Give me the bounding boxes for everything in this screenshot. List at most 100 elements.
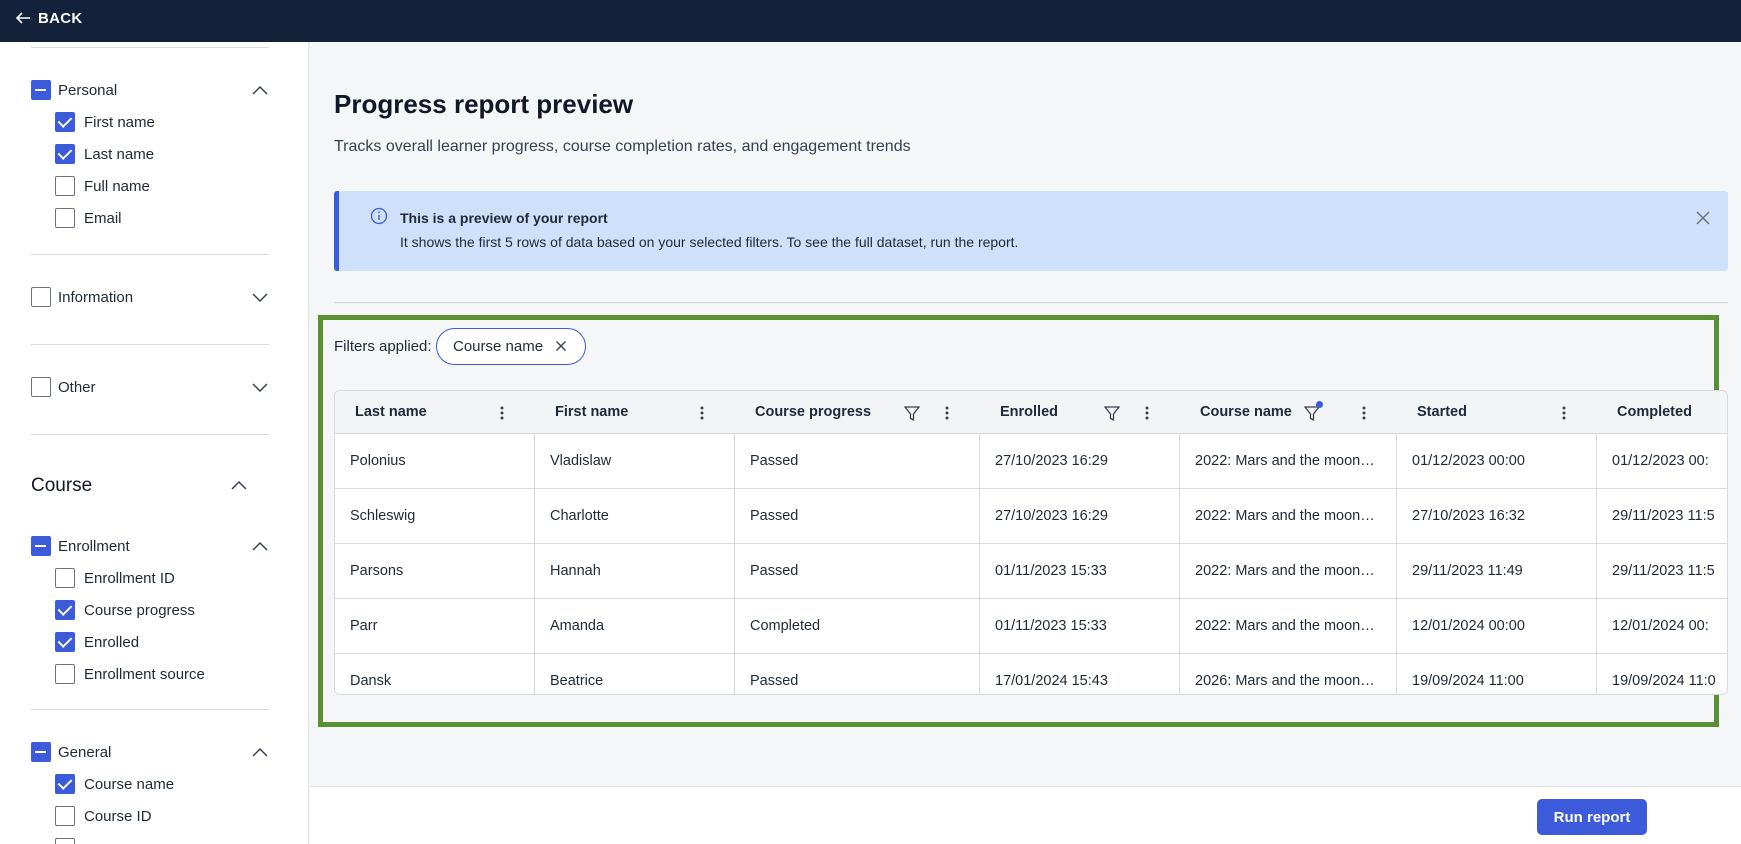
cell-text: 19/09/2024 11:0 — [1612, 673, 1716, 689]
filter-chip-course-name[interactable]: Course name — [436, 328, 586, 365]
group-enrollment[interactable]: Enrollment — [31, 535, 269, 557]
more-vertical-icon[interactable] — [697, 403, 707, 423]
footer-bar — [310, 786, 1741, 844]
other-checkbox[interactable] — [31, 377, 51, 397]
column-header-enrolled[interactable]: Enrolled — [980, 391, 1180, 434]
sidebar-item-first-name[interactable]: First name — [55, 111, 155, 133]
more-vertical-icon[interactable] — [942, 403, 952, 423]
back-button[interactable]: BACK — [14, 9, 83, 27]
chevron-down-icon[interactable] — [251, 289, 269, 305]
active-filter-indicator — [1316, 401, 1323, 408]
column-title: Completed — [1617, 404, 1692, 420]
sidebar-item-enrollment-id[interactable]: Enrollment ID — [55, 567, 175, 589]
filter-icon[interactable] — [1103, 403, 1121, 423]
column-header-started[interactable]: Started — [1397, 391, 1597, 434]
chip-label: Course name — [453, 338, 544, 355]
chevron-up-icon[interactable] — [251, 82, 269, 98]
item-label: Course name — [84, 775, 175, 793]
page-subtitle: Tracks overall learner progress, course … — [334, 138, 911, 155]
item-label: Last name — [84, 145, 155, 163]
column-header-last-name[interactable]: Last name — [335, 391, 535, 434]
sidebar-item-partial[interactable] — [55, 837, 75, 844]
divider — [334, 302, 1728, 303]
sidebar-item-course-name[interactable]: Course name — [55, 773, 174, 795]
item-label: Course progress — [84, 601, 195, 619]
enrollment-checkbox[interactable] — [31, 536, 51, 556]
table-cell: Passed — [735, 544, 980, 599]
cell-text: 17/01/2024 15:43 — [995, 673, 1108, 689]
checkbox[interactable] — [55, 838, 75, 844]
checkbox[interactable] — [55, 208, 75, 228]
table-cell: 2022: Mars and the moon… — [1180, 489, 1397, 544]
item-label: Email — [84, 209, 122, 227]
column-header-completed[interactable]: Completed — [1597, 391, 1727, 434]
table-cell: 2022: Mars and the moon… — [1180, 599, 1397, 654]
filter-icon[interactable] — [903, 403, 921, 423]
table-row: Polonius Vladislaw Passed 27/10/2023 16:… — [335, 434, 1727, 489]
checkbox[interactable] — [55, 664, 75, 684]
column-title: Course name — [1200, 404, 1292, 420]
item-label: Enrollment source — [84, 665, 205, 683]
checkbox[interactable] — [55, 144, 75, 164]
chevron-up-icon[interactable] — [251, 538, 269, 554]
checkbox[interactable] — [55, 112, 75, 132]
checkbox[interactable] — [55, 600, 75, 620]
table-header: Last name First name Course progress Enr… — [335, 391, 1727, 434]
chevron-up-icon[interactable] — [230, 477, 248, 493]
item-label: First name — [84, 113, 155, 131]
chevron-up-icon[interactable] — [251, 744, 269, 760]
cell-text: Polonius — [350, 453, 406, 469]
checkbox[interactable] — [55, 632, 75, 652]
item-label: Enrolled — [84, 633, 140, 651]
run-report-button[interactable]: Run report — [1537, 799, 1647, 835]
column-header-course-name[interactable]: Course name — [1180, 391, 1397, 434]
table-cell: 19/09/2024 11:00 — [1397, 654, 1597, 694]
sidebar-item-enrollment-source[interactable]: Enrollment source — [55, 663, 205, 685]
table-row: Dansk Beatrice Passed 17/01/2024 15:43 2… — [335, 654, 1727, 694]
more-vertical-icon[interactable] — [1142, 403, 1152, 423]
general-checkbox[interactable] — [31, 742, 51, 762]
chevron-down-icon[interactable] — [251, 379, 269, 395]
table-cell: 12/01/2024 00: — [1597, 599, 1727, 654]
table-row: Schleswig Charlotte Passed 27/10/2023 16… — [335, 489, 1727, 544]
cell-text: 29/11/2023 11:49 — [1412, 563, 1523, 579]
info-banner: This is a preview of your report It show… — [334, 191, 1728, 271]
table-cell: Schleswig — [335, 489, 535, 544]
cell-text: Completed — [750, 618, 821, 634]
table-cell: 01/12/2023 00:00 — [1397, 434, 1597, 489]
more-vertical-icon[interactable] — [497, 403, 507, 423]
sidebar-item-enrolled[interactable]: Enrolled — [55, 631, 139, 653]
more-vertical-icon[interactable] — [1559, 403, 1569, 423]
sidebar-item-email[interactable]: Email — [55, 207, 122, 229]
table-cell: Vladislaw — [535, 434, 735, 489]
table-cell: 01/11/2023 15:33 — [980, 544, 1180, 599]
group-general[interactable]: General — [31, 741, 269, 763]
table-cell: 27/10/2023 16:29 — [980, 489, 1180, 544]
checkbox[interactable] — [55, 568, 75, 588]
personal-checkbox[interactable] — [31, 80, 51, 100]
close-icon[interactable] — [555, 340, 567, 352]
sidebar-item-full-name[interactable]: Full name — [55, 175, 150, 197]
checkbox[interactable] — [55, 774, 75, 794]
column-header-first-name[interactable]: First name — [535, 391, 735, 434]
cell-text: 12/01/2024 00:00 — [1412, 618, 1525, 634]
table-cell: Parsons — [335, 544, 535, 599]
group-other[interactable]: Other — [31, 376, 269, 398]
cell-text: Charlotte — [550, 508, 609, 524]
group-information[interactable]: Information — [31, 286, 269, 308]
table-cell: Beatrice — [535, 654, 735, 694]
sidebar-item-course-progress[interactable]: Course progress — [55, 599, 195, 621]
group-personal[interactable]: Personal — [31, 79, 269, 101]
sidebar-item-course-id[interactable]: Course ID — [55, 805, 152, 827]
checkbox[interactable] — [55, 806, 75, 826]
divider — [31, 434, 269, 435]
table-cell: Charlotte — [535, 489, 735, 544]
sidebar-item-last-name[interactable]: Last name — [55, 143, 154, 165]
information-checkbox[interactable] — [31, 287, 51, 307]
table-cell: 27/10/2023 16:32 — [1397, 489, 1597, 544]
close-icon[interactable] — [1694, 209, 1712, 227]
table-row: Parsons Hannah Passed 01/11/2023 15:33 2… — [335, 544, 1727, 599]
column-header-course-progress[interactable]: Course progress — [735, 391, 980, 434]
more-vertical-icon[interactable] — [1359, 403, 1369, 423]
checkbox[interactable] — [55, 176, 75, 196]
